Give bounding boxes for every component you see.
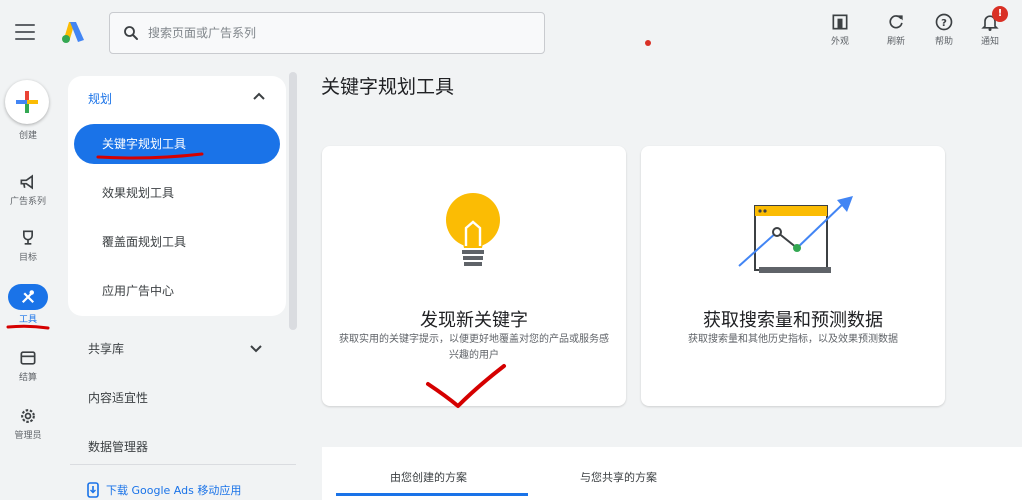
page-title: 关键字规划工具 bbox=[321, 76, 455, 98]
rail-item-tools[interactable]: 工具 bbox=[0, 284, 56, 325]
chevron-up-icon[interactable] bbox=[252, 90, 266, 104]
search-bar[interactable] bbox=[109, 12, 545, 54]
tools-icon bbox=[21, 290, 35, 304]
rail-create-label: 创建 bbox=[18, 131, 37, 141]
plus-icon bbox=[16, 91, 38, 113]
search-volume-desc: 获取搜索量和其他历史指标，以及效果预测数据 bbox=[688, 334, 898, 345]
refresh-label: 刷新 bbox=[886, 37, 905, 47]
search-input[interactable] bbox=[148, 26, 528, 40]
nav-item-reach-planner[interactable]: 覆盖面规划工具 bbox=[74, 222, 280, 262]
rail-tools-label: 工具 bbox=[18, 315, 37, 325]
notifications-label: 通知 bbox=[980, 37, 999, 47]
search-volume-forecast-card[interactable]: 获取搜索量和预测数据 获取搜索量和其他历史指标，以及效果预测数据 bbox=[641, 146, 945, 406]
refresh-icon bbox=[889, 15, 903, 29]
rail-goals-label: 目标 bbox=[18, 253, 37, 263]
gear-icon bbox=[21, 409, 35, 423]
help-label: 帮助 bbox=[934, 37, 953, 47]
appearance-icon bbox=[832, 14, 848, 30]
nav-section-shared-library[interactable]: 共享库 bbox=[88, 340, 124, 357]
annotation-dot bbox=[645, 40, 651, 46]
tab-shared-with-you[interactable]: 与您共享的方案 bbox=[580, 469, 657, 485]
discover-keywords-card[interactable]: 发现新关键字 获取实用的关键字提示，以便更好地覆盖对您的产品或服务感兴趣的用户 bbox=[322, 146, 626, 406]
nav-item-keyword-planner[interactable]: 关键字规划工具 bbox=[74, 124, 280, 164]
search-icon bbox=[124, 26, 138, 40]
nav-section-content-suitability[interactable]: 内容适宜性 bbox=[88, 389, 148, 406]
billing-icon bbox=[20, 351, 36, 365]
menu-icon[interactable] bbox=[15, 24, 35, 40]
trend-chart-icon bbox=[738, 196, 853, 273]
nav-item-app-ads-hub[interactable]: 应用广告中心 bbox=[74, 271, 280, 311]
discover-keywords-desc: 获取实用的关键字提示，以便更好地覆盖对您的产品或服务感兴趣的用户 bbox=[339, 334, 609, 361]
appearance-label: 外观 bbox=[830, 37, 849, 47]
tools-active-indicator bbox=[8, 284, 48, 310]
search-volume-title: 获取搜索量和预测数据 bbox=[703, 310, 883, 331]
trophy-icon bbox=[23, 230, 33, 245]
rail-item-billing[interactable]: 结算 bbox=[0, 348, 56, 383]
rail-item-admin[interactable]: 管理员 bbox=[0, 406, 56, 441]
lightbulb-icon bbox=[446, 193, 500, 266]
nav-section-planning[interactable]: 规划 bbox=[88, 90, 112, 107]
help-button[interactable]: ? 帮助 bbox=[924, 10, 964, 56]
top-bar: 外观 刷新 ? 帮助 ! 通知 bbox=[0, 0, 1022, 64]
appearance-button[interactable]: 外观 bbox=[820, 10, 860, 56]
left-rail: 创建 广告系列 目标 工具 结算 管理员 bbox=[0, 64, 56, 500]
google-ads-logo[interactable] bbox=[60, 20, 86, 44]
rail-admin-label: 管理员 bbox=[14, 431, 42, 441]
active-tab-indicator bbox=[336, 493, 528, 496]
discover-keywords-title: 发现新关键字 bbox=[420, 310, 528, 331]
mobile-phone-icon bbox=[87, 482, 99, 498]
notifications-button[interactable]: ! 通知 bbox=[970, 6, 1010, 56]
megaphone-icon bbox=[20, 174, 33, 190]
svg-text:?: ? bbox=[941, 18, 947, 29]
create-button[interactable] bbox=[5, 80, 49, 124]
rail-campaigns-label: 广告系列 bbox=[9, 197, 46, 207]
refresh-button[interactable]: 刷新 bbox=[876, 10, 916, 56]
rail-create-label-wrap: 创建 bbox=[0, 126, 56, 141]
download-app-link[interactable]: 下载 Google Ads 移动应用 bbox=[86, 482, 241, 498]
rail-item-goals[interactable]: 目标 bbox=[0, 228, 56, 263]
download-app-label: 下载 Google Ads 移动应用 bbox=[106, 484, 242, 497]
nav-scrollbar[interactable] bbox=[289, 72, 297, 330]
tab-created-by-you[interactable]: 由您创建的方案 bbox=[390, 469, 467, 485]
rail-billing-label: 结算 bbox=[18, 373, 37, 383]
nav-section-data-manager[interactable]: 数据管理器 bbox=[88, 438, 148, 455]
help-icon: ? bbox=[935, 13, 953, 31]
plans-tab-bar: 由您创建的方案 与您共享的方案 bbox=[322, 447, 1022, 500]
nav-item-performance-planner[interactable]: 效果规划工具 bbox=[74, 173, 280, 213]
nav-divider bbox=[70, 464, 296, 465]
chevron-down-icon[interactable] bbox=[249, 341, 263, 355]
notification-badge: ! bbox=[992, 6, 1008, 22]
planning-nav-card: 规划 关键字规划工具 效果规划工具 覆盖面规划工具 应用广告中心 bbox=[68, 76, 286, 316]
rail-item-campaigns[interactable]: 广告系列 bbox=[0, 172, 56, 207]
